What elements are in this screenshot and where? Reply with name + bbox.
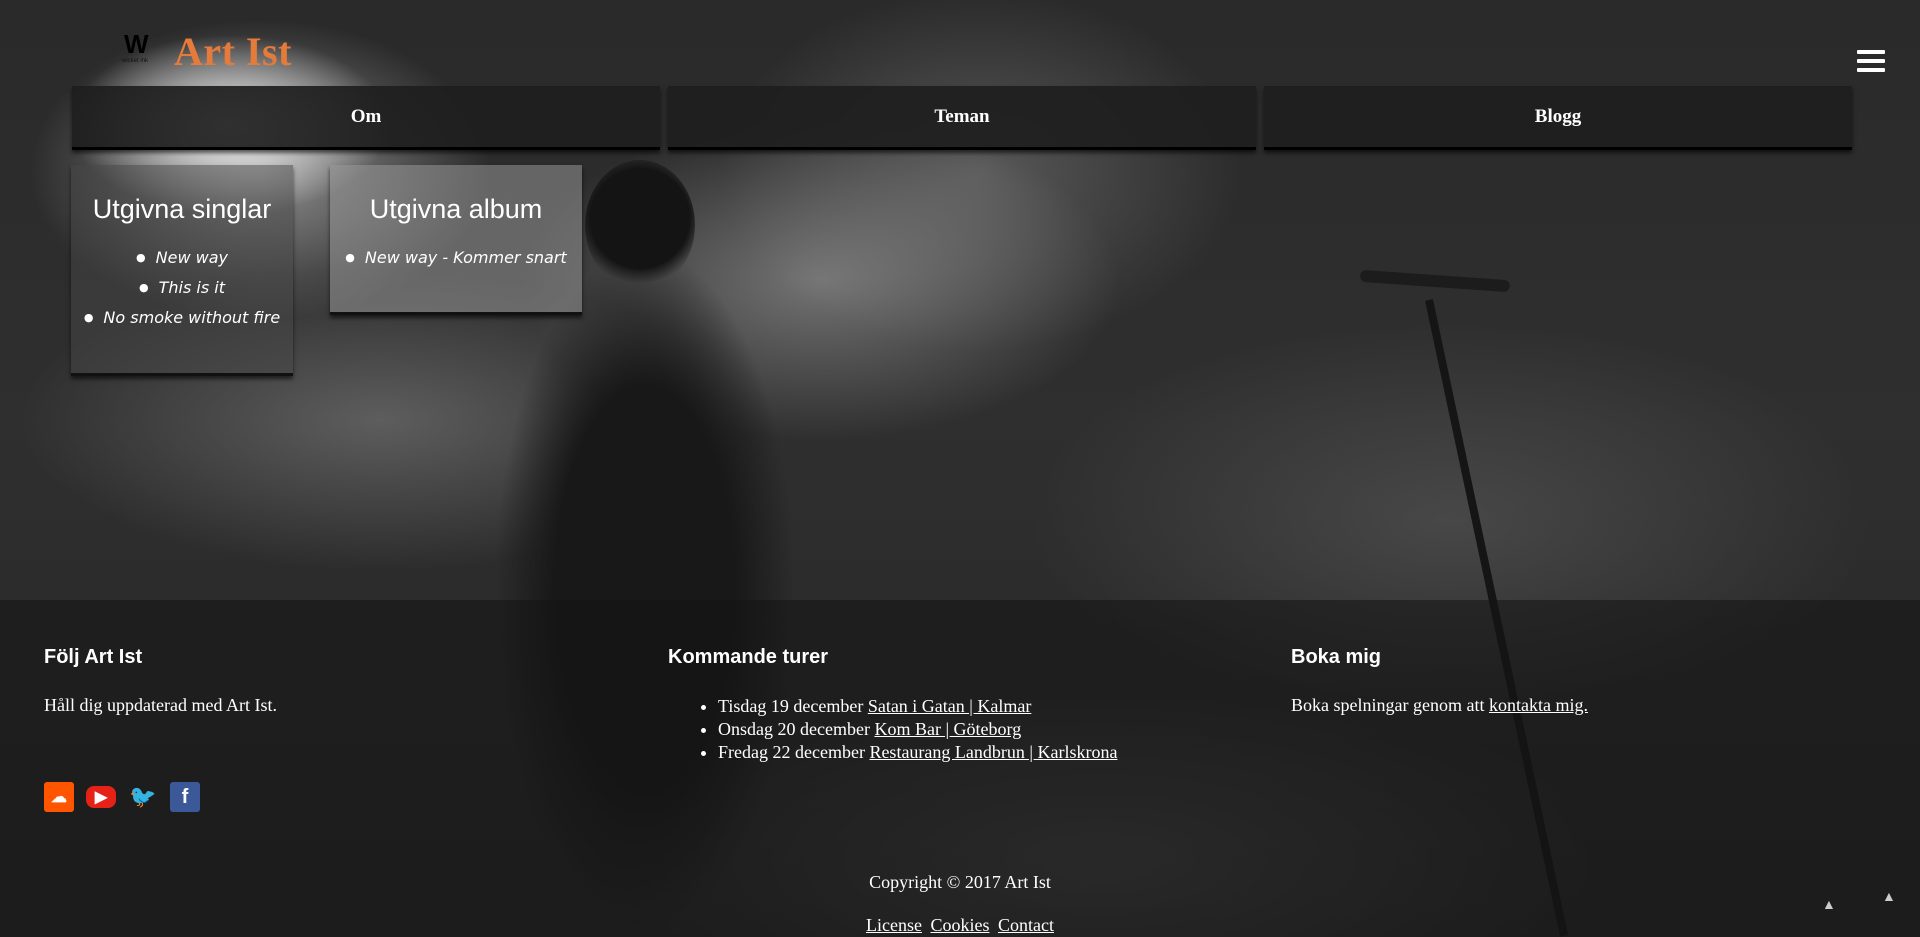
guitarist-head — [585, 160, 695, 290]
nav-item-teman[interactable]: Teman — [668, 86, 1256, 150]
tours-heading: Kommande turer — [668, 646, 829, 668]
list-item: Fredag 22 december Restaurang Landbrun |… — [718, 741, 1117, 764]
site-title[interactable]: Art Ist — [174, 28, 292, 75]
footer-links: License Cookies Contact — [0, 915, 1920, 936]
site-footer: Följ Art Ist Håll dig uppdaterad med Art… — [0, 600, 1920, 937]
copyright: Copyright © 2017 Art Ist — [869, 872, 1051, 892]
tours-section: Kommande turer Tisdag 19 december Satan … — [668, 646, 1117, 764]
soundcloud-icon[interactable]: ☁ — [44, 782, 74, 812]
list-item: This is it — [71, 273, 293, 303]
contact-link[interactable]: kontakta mig. — [1489, 695, 1588, 715]
booking-heading: Boka mig — [1291, 646, 1382, 668]
list-item: No smoke without fire — [71, 303, 293, 333]
microphone — [1359, 269, 1511, 293]
site-logo[interactable]: W wicket ink Art Ist — [120, 28, 292, 75]
list-item: New way — [71, 243, 293, 273]
tour-venue-link[interactable]: Kom Bar | Göteborg — [874, 719, 1021, 739]
tour-date: Tisdag 19 december — [718, 696, 864, 716]
scroll-up-icon[interactable]: ▲ — [1822, 898, 1836, 914]
singles-title: Utgivna singlar — [92, 194, 272, 224]
logo-mark-icon: W wicket ink — [120, 29, 160, 75]
youtube-icon[interactable]: ▶ — [86, 786, 116, 808]
albums-title: Utgivna album — [369, 194, 543, 224]
booking-text-label: Boka spelningar genom att — [1291, 695, 1485, 715]
list-item: New way - Kommer snart — [330, 243, 582, 273]
cookies-link[interactable]: Cookies — [930, 915, 989, 935]
license-link[interactable]: License — [866, 915, 922, 935]
scroll-top-icon[interactable]: ▲ — [1882, 890, 1896, 906]
facebook-icon[interactable]: f — [170, 782, 200, 812]
nav-item-om[interactable]: Om — [72, 86, 660, 150]
tour-venue-link[interactable]: Satan i Gatan | Kalmar — [868, 696, 1032, 716]
nav-item-blogg[interactable]: Blogg — [1264, 86, 1852, 150]
follow-heading: Följ Art Ist — [44, 646, 143, 668]
follow-text: Håll dig uppdaterad med Art Ist. — [44, 695, 277, 715]
tour-date: Onsdag 20 december — [718, 719, 870, 739]
logo-letter: W — [124, 28, 149, 59]
list-item: Onsdag 20 december Kom Bar | Göteborg — [718, 718, 1117, 741]
twitter-icon[interactable]: 🐦 — [128, 782, 158, 812]
albums-card: Utgivna album New way - Kommer snart — [330, 165, 582, 315]
follow-section: Följ Art Ist Håll dig uppdaterad med Art… — [44, 646, 277, 716]
main-nav: Om Teman Blogg — [72, 86, 1852, 150]
hamburger-menu-icon[interactable] — [1857, 50, 1885, 74]
tours-list: Tisdag 19 december Satan i Gatan | Kalma… — [668, 695, 1117, 764]
social-links: ☁ ▶ 🐦 f — [44, 782, 200, 812]
singles-card: Utgivna singlar New way This is it No sm… — [71, 165, 293, 376]
tour-date: Fredag 22 december — [718, 742, 865, 762]
list-item: Tisdag 19 december Satan i Gatan | Kalma… — [718, 695, 1117, 718]
booking-text: Boka spelningar genom att kontakta mig. — [1291, 695, 1588, 716]
booking-section: Boka mig Boka spelningar genom att konta… — [1291, 646, 1588, 716]
logo-subtext: wicket ink — [122, 57, 149, 64]
tour-venue-link[interactable]: Restaurang Landbrun | Karlskrona — [869, 742, 1117, 762]
albums-list: New way - Kommer snart — [330, 243, 582, 273]
contact-footer-link[interactable]: Contact — [998, 915, 1054, 935]
singles-list: New way This is it No smoke without fire — [71, 243, 293, 333]
